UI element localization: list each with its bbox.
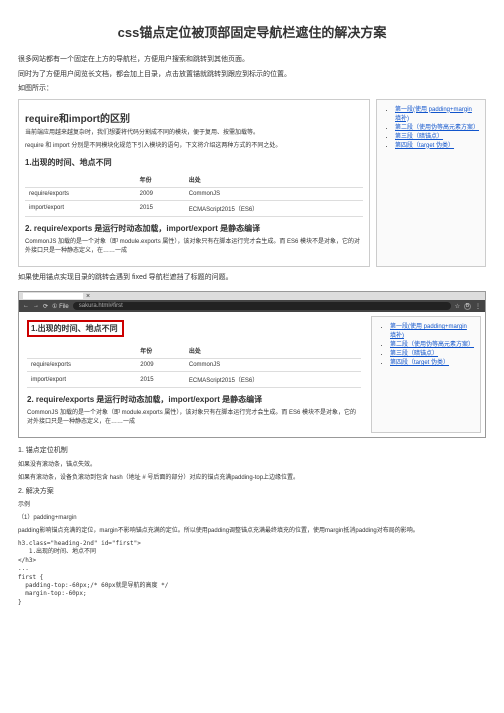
sidebar-link[interactable]: 第三段（暗锚点） xyxy=(395,134,443,140)
viewport-h2: 2. require/exports 是运行时动态加载，import/expor… xyxy=(27,394,361,405)
article-p: CommonJS 加载的是一个对象（即 module.exports 属性），该… xyxy=(25,238,363,256)
sidebar-link[interactable]: 第四段（target 伪类） xyxy=(390,360,449,366)
browser-tab[interactable] xyxy=(23,293,83,299)
sol-p: （1）padding+margin xyxy=(18,514,486,523)
browser-urlbar: ← → ⟳ ① File sakura.html#first ☆ B ⋮ xyxy=(19,300,485,312)
browser-mock: × ← → ⟳ ① File sakura.html#first ☆ B ⋮ 1… xyxy=(18,291,486,438)
article-table: 年份 出处 require/exports 2009 CommonJS impo… xyxy=(25,172,363,217)
sidebar: 第一段(使用 padding+margin 填补) 第二段（使用伪等高元素方案）… xyxy=(376,99,486,267)
file-label: ① File xyxy=(52,303,69,310)
url-field[interactable]: sakura.html#first xyxy=(73,302,451,310)
table-row: require/exports 2009 CommonJS xyxy=(27,359,361,372)
sol-p: padding影响锚点充满的定位，margin不影响锚点充满的定位。所以使用pa… xyxy=(18,527,486,536)
table-row: require/exports 2009 CommonJS xyxy=(25,187,363,200)
sidebar-link[interactable]: 第一段(使用 padding+margin 填补) xyxy=(395,107,472,122)
forward-icon[interactable]: → xyxy=(33,303,39,309)
intro-para: 很多网站都有一个固定在上方的导航栏，方便用户搜索和跳转到其他页面。 xyxy=(18,55,486,66)
article-main: require和import的区别 当前端应用越来越复杂时，我们想要将代码分割成… xyxy=(18,99,370,267)
article-h2: 2. require/exports 是运行时动态加载，import/expor… xyxy=(25,223,363,234)
reload-icon[interactable]: ⟳ xyxy=(43,303,48,310)
article-p: 当前端应用越来越复杂时，我们想要将代码分割成不同的模块，便于复用、按需加载等。 xyxy=(25,129,363,138)
profile-icon[interactable]: B xyxy=(464,303,471,310)
sidebar-link[interactable]: 第四段（target 伪类） xyxy=(395,143,454,149)
viewport-sidebar: 第一段(使用 padding+margin 填补) 第二段（使用伪等高元素方案）… xyxy=(371,316,481,433)
viewport-p: CommonJS 加载的是一个对象（即 module.exports 属性），该… xyxy=(27,409,361,427)
page-title: css锚点定位被顶部固定导航栏遮住的解决方案 xyxy=(18,22,486,41)
sol-sub: 示例 xyxy=(18,501,486,510)
intro-para: 如图所示： xyxy=(18,84,486,95)
intro-para: 同时为了方便用户阅览长文档，都会加上目录，点击放置锚就跳转到跟应到标示的位置。 xyxy=(18,70,486,81)
highlighted-heading: 1.出现的时间、地点不同 xyxy=(27,320,124,337)
viewport-table: 年份 出处 require/exports 2009 CommonJS impo… xyxy=(27,343,361,388)
table-row: import/export 2015 ECMAScript2015（ES6） xyxy=(27,372,361,388)
table-row: import/export 2015 ECMAScript2015（ES6） xyxy=(25,200,363,216)
mid-para: 如果使用锚点实现目录的跳转会遇到 fixed 导航栏遮挡了标题的问题。 xyxy=(18,273,486,284)
sol-h: 2. 解决方案 xyxy=(18,487,486,498)
menu-icon[interactable]: ⋮ xyxy=(475,303,481,310)
star-icon[interactable]: ☆ xyxy=(455,303,460,310)
sidebar-link[interactable]: 第二段（使用伪等高元素方案） xyxy=(395,125,479,131)
article-h1: require和import的区别 xyxy=(25,110,363,125)
browser-tabbar: × xyxy=(19,292,485,300)
viewport-main: 1.出现的时间、地点不同 年份 出处 require/exports 2009 … xyxy=(23,316,365,433)
article-p: require 和 import 分别是不同模块化规范下引入模块的语句，下文将介… xyxy=(25,142,363,151)
code-block: h3.class="heading-2nd" id="first"> 1.出现的… xyxy=(18,540,486,607)
back-icon[interactable]: ← xyxy=(23,303,29,309)
sol-p: 如果没有滚动条，锚点失效。 xyxy=(18,461,486,470)
article-h2: 1.出现的时间、地点不同 xyxy=(25,157,363,168)
sol-p: 如果有滚动条，设备负滚动到包含 hash（地址 # 号后面的部分）对应的锚点充满… xyxy=(18,474,486,483)
sidebar-link[interactable]: 第一段(使用 padding+margin 填补) xyxy=(390,324,467,339)
sol-h: 1. 锚点定位机制 xyxy=(18,446,486,457)
close-icon[interactable]: × xyxy=(86,293,90,300)
